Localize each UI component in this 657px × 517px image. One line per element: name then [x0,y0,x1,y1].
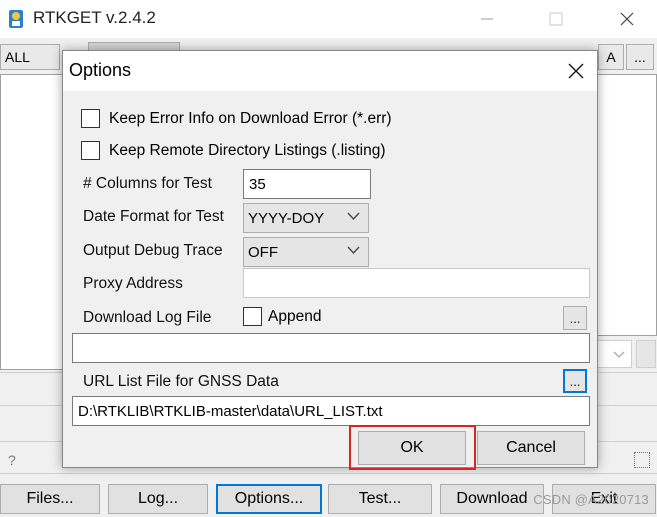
debug-trace-select[interactable]: OFF [243,237,369,267]
url-list-label: URL List File for GNSS Data [83,373,279,390]
toolbar-more-label: ... [634,49,646,65]
right-combo-button[interactable] [636,340,656,368]
rtkget-app-icon [6,8,26,30]
status-help-mark: ? [8,452,16,468]
window-title: RTKGET v.2.4.2 [33,8,156,27]
ok-button[interactable]: OK [358,431,466,465]
chevron-down-icon [347,212,360,220]
append-label: Append [268,307,322,325]
download-button-label: Download [456,490,528,507]
test-button-label: Test... [358,490,402,507]
a-button[interactable]: A [598,44,624,70]
append-checkbox-row[interactable]: Append [243,307,321,326]
columns-input[interactable]: 35 [243,169,371,199]
station-list[interactable] [596,74,657,336]
debug-trace-label: Output Debug Trace [83,242,223,259]
a-button-label: A [606,49,616,65]
columns-value: 35 [249,175,266,193]
url-list-browse-button[interactable]: ... [563,369,587,393]
test-button[interactable]: Test... [328,484,432,514]
options-button[interactable]: Options... [216,484,322,514]
keep-listing-checkbox-row[interactable]: Keep Remote Directory Listings (.listing… [81,141,386,160]
cancel-button-label: Cancel [506,439,556,456]
date-format-label: Date Format for Test [83,208,224,225]
keep-error-label: Keep Error Info on Download Error (*.err… [109,109,392,127]
keep-error-checkbox[interactable] [81,109,100,128]
cancel-button[interactable]: Cancel [477,431,585,465]
log-file-browse-label: ... [569,310,581,326]
right-combo[interactable] [596,340,632,368]
toolbar-more-button[interactable]: ... [626,44,654,70]
close-icon [568,63,584,79]
close-icon [620,12,634,26]
url-list-browse-label: ... [569,373,581,389]
debug-trace-value: OFF [248,243,278,261]
window-close-button[interactable] [604,0,650,38]
files-button[interactable]: Files... [0,484,100,514]
proxy-input[interactable] [243,268,590,298]
columns-label: # Columns for Test [83,175,212,192]
log-file-browse-button[interactable]: ... [563,306,587,330]
data-type-list[interactable] [0,74,70,370]
log-file-input[interactable] [72,333,590,363]
all-button[interactable]: ALL [0,44,60,70]
proxy-label: Proxy Address [83,275,183,292]
keep-listing-checkbox[interactable] [81,141,100,160]
url-list-input[interactable]: D:\RTKLIB\RTKLIB-master\data\URL_LIST.tx… [72,396,590,426]
keep-error-checkbox-row[interactable]: Keep Error Info on Download Error (*.err… [81,109,392,128]
minimize-icon [481,18,493,20]
download-button[interactable]: Download [440,484,544,514]
chevron-down-icon [347,246,360,254]
minimize-button[interactable] [464,0,510,38]
keep-listing-label: Keep Remote Directory Listings (.listing… [109,141,386,159]
maximize-icon [549,12,563,26]
resize-grip-icon[interactable] [634,452,650,468]
chevron-down-icon [613,351,625,358]
watermark-text: CSDN @A2020713 [533,492,649,507]
dialog-title: Options [69,60,132,80]
ok-button-label: OK [400,439,424,456]
log-file-label: Download Log File [83,309,212,326]
log-button-label: Log... [137,490,179,507]
date-format-select[interactable]: YYYY-DOY [243,203,369,233]
all-button-label: ALL [5,49,30,65]
url-list-value: D:\RTKLIB\RTKLIB-master\data\URL_LIST.tx… [78,402,383,420]
files-button-label: Files... [26,490,74,507]
options-button-label: Options... [234,490,304,507]
append-checkbox[interactable] [243,307,262,326]
dialog-close-button[interactable] [561,56,591,86]
dialog-titlebar [63,51,597,91]
options-dialog: Options Keep Error Info on Download Erro… [62,50,598,470]
date-format-value: YYYY-DOY [248,209,325,227]
maximize-button[interactable] [533,0,579,38]
log-button[interactable]: Log... [108,484,208,514]
